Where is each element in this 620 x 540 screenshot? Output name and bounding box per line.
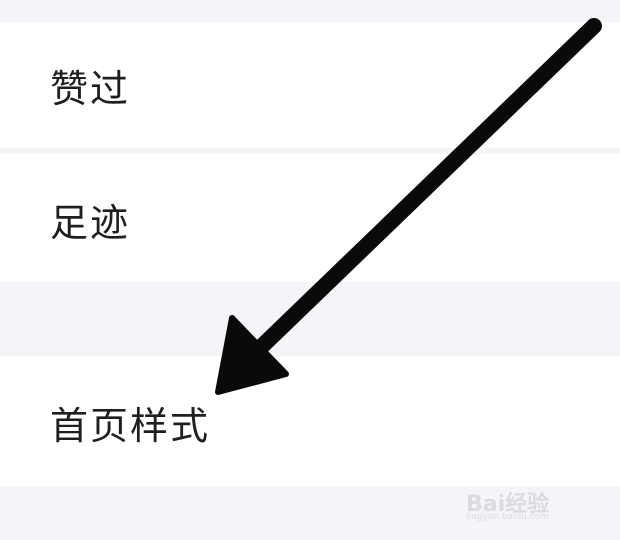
watermark-url: jingyan.baidu.com [466, 512, 550, 522]
list-item-label: 足迹 [50, 201, 131, 245]
list-item-label: 首页样式 [50, 404, 211, 448]
list-item-label: 赞过 [50, 67, 131, 111]
watermark: Bai经验 jingyan.baidu.com [466, 486, 586, 526]
settings-screen: 赞过 足迹 首页样式 Bai经验 jingyan.baidu.com [0, 0, 620, 540]
